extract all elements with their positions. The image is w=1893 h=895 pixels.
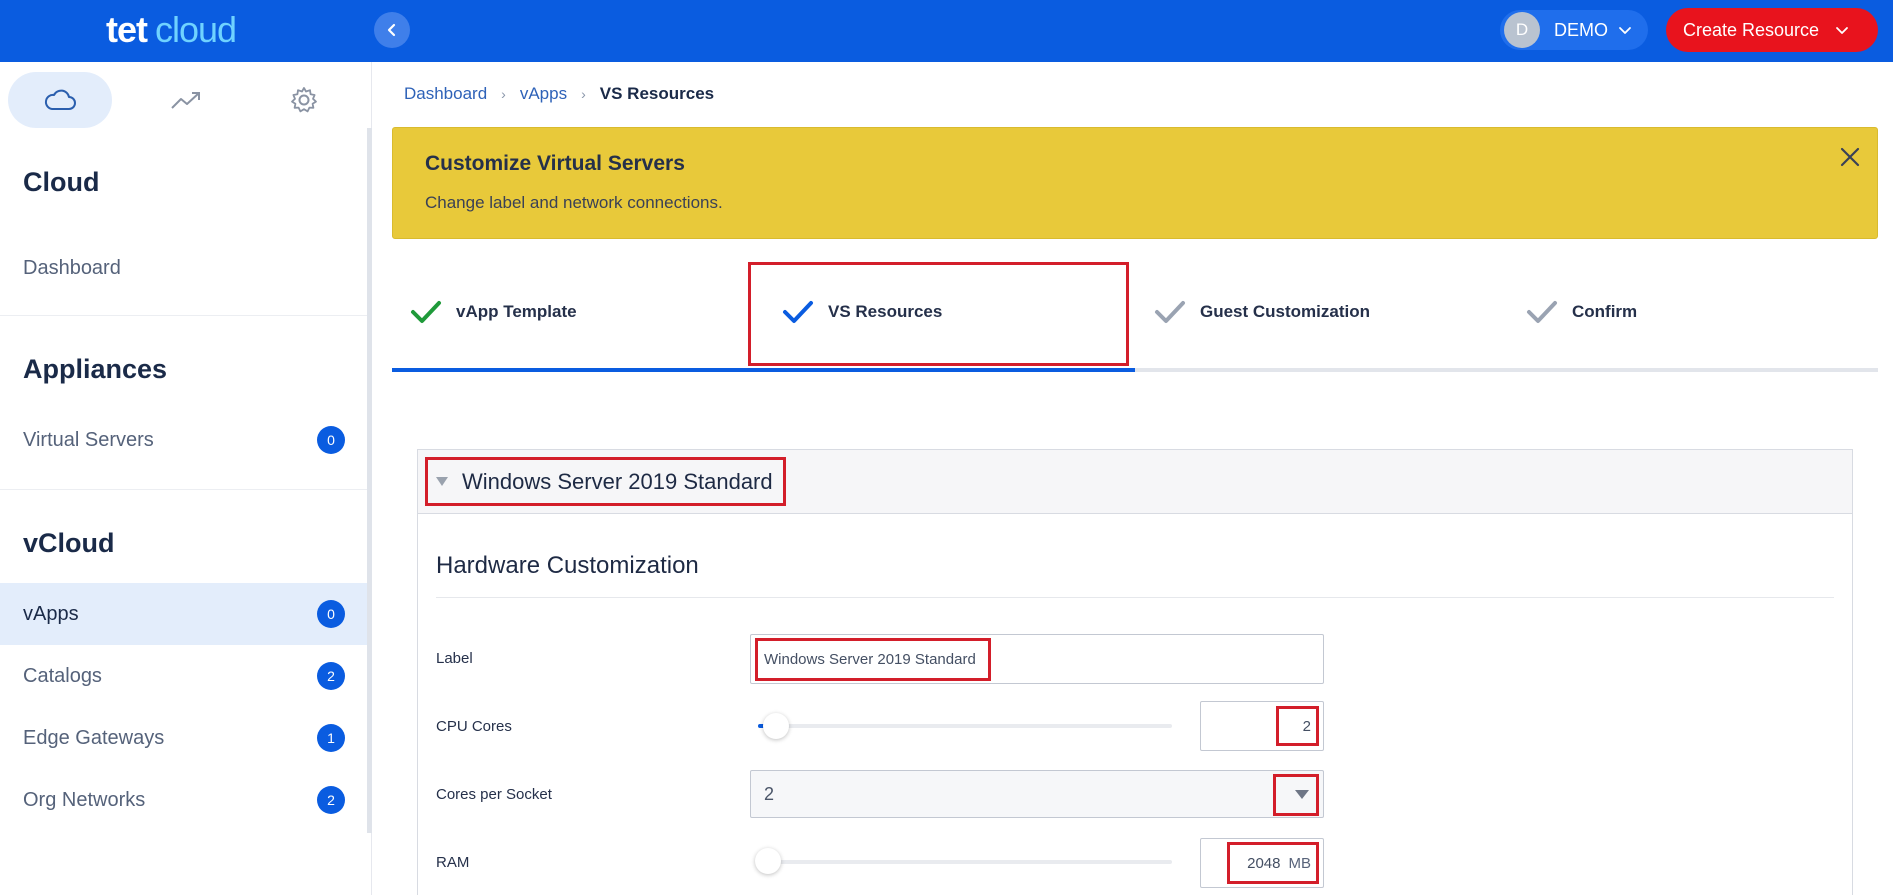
sidebar-item-edge-gateways[interactable]: Edge Gateways 1 xyxy=(0,707,367,769)
check-icon xyxy=(1155,301,1185,323)
label-input[interactable]: Windows Server 2019 Standard xyxy=(750,634,1324,684)
count-badge: 2 xyxy=(317,786,345,814)
brand-logo[interactable]: tet cloud xyxy=(106,8,237,52)
user-menu[interactable]: D DEMO xyxy=(1500,10,1648,50)
sidebar-item-virtual-servers[interactable]: Virtual Servers 0 xyxy=(0,409,367,471)
step-label: vApp Template xyxy=(456,302,577,321)
vm-panel-title: Windows Server 2019 Standard xyxy=(462,468,773,494)
breadcrumb-current: VS Resources xyxy=(599,84,715,103)
cores-per-socket-value: 2 xyxy=(764,783,775,804)
avatar: D xyxy=(1504,12,1540,48)
cores-per-socket-select[interactable]: 2 xyxy=(750,770,1324,818)
sidebar-item-label: Dashboard xyxy=(23,256,121,279)
tab-settings[interactable] xyxy=(252,72,356,128)
sidebar-item-dashboard[interactable]: Dashboard xyxy=(0,237,367,299)
sidebar-divider xyxy=(0,489,372,490)
breadcrumb-separator-icon: › xyxy=(501,86,506,102)
step-guest-customization[interactable]: Guest Customization xyxy=(1154,262,1370,362)
step-vs-resources[interactable]: VS Resources xyxy=(782,262,942,362)
sidebar-item-org-networks[interactable]: Org Networks 2 xyxy=(0,769,367,831)
step-confirm[interactable]: Confirm xyxy=(1526,262,1637,362)
label-field-label: Label xyxy=(436,650,473,667)
sidebar-item-label: Org Networks xyxy=(23,788,146,811)
section-divider xyxy=(436,597,1834,598)
banner-title: Customize Virtual Servers xyxy=(425,152,685,175)
count-badge: 0 xyxy=(317,600,345,628)
breadcrumb-dashboard[interactable]: Dashboard xyxy=(404,84,487,104)
create-resource-label: Create Resource xyxy=(1683,19,1820,40)
collapse-sidebar-button[interactable] xyxy=(374,12,410,48)
sidebar-item-label: Virtual Servers xyxy=(23,428,154,451)
wizard-progress-fill xyxy=(392,368,1135,372)
count-badge: 0 xyxy=(317,426,345,454)
trend-icon xyxy=(171,92,200,109)
chevron-down-icon xyxy=(1619,27,1631,34)
chevron-left-icon xyxy=(387,23,396,37)
wizard-steps: vApp Template VS Resources Guest Customi… xyxy=(392,262,1878,374)
section-heading-vcloud: vCloud xyxy=(23,528,115,558)
ram-input[interactable]: 2048 MB xyxy=(1200,838,1324,888)
tab-cloud[interactable] xyxy=(8,72,112,128)
count-badge: 2 xyxy=(317,662,345,690)
sidebar-scrollbar[interactable] xyxy=(367,128,372,833)
sidebar: Cloud Dashboard Appliances Virtual Serve… xyxy=(0,62,372,895)
sidebar-item-vapps[interactable]: vApps 0 xyxy=(0,583,367,645)
check-icon xyxy=(411,301,441,323)
banner-close-button[interactable] xyxy=(1837,144,1863,170)
info-banner: Customize Virtual Servers Change label a… xyxy=(392,127,1878,239)
sidebar-item-catalogs[interactable]: Catalogs 2 xyxy=(0,645,367,707)
section-heading-appliances: Appliances xyxy=(23,354,168,384)
vm-panel: Windows Server 2019 Standard Hardware Cu… xyxy=(417,449,1853,895)
close-icon xyxy=(1840,147,1860,167)
top-bar: tet cloud D DEMO Create Resource xyxy=(0,0,1893,62)
count-badge: 1 xyxy=(317,724,345,752)
breadcrumb-separator-icon: › xyxy=(581,86,586,102)
vm-panel-header[interactable]: Windows Server 2019 Standard xyxy=(418,450,1852,514)
ram-value: 2048 xyxy=(1247,854,1281,872)
logo-primary: tet xyxy=(106,9,148,50)
gear-icon xyxy=(291,87,317,113)
label-input-value: Windows Server 2019 Standard xyxy=(764,650,976,668)
check-icon xyxy=(783,301,813,323)
sidebar-item-label: Edge Gateways xyxy=(23,726,165,749)
step-label: Confirm xyxy=(1572,302,1638,321)
banner-text: Change label and network connections. xyxy=(425,193,723,212)
section-heading-cloud: Cloud xyxy=(23,167,100,197)
ram-slider-thumb[interactable] xyxy=(755,848,781,874)
step-label: VS Resources xyxy=(828,302,943,321)
sidebar-tabs xyxy=(8,72,364,128)
cpu-cores-slider[interactable] xyxy=(758,724,1172,728)
cloud-icon xyxy=(44,89,76,110)
ram-unit: MB xyxy=(1288,854,1312,872)
caret-down-icon xyxy=(436,477,448,486)
cpu-cores-input[interactable]: 2 xyxy=(1200,701,1324,751)
step-label: Guest Customization xyxy=(1200,302,1371,321)
step-vapp-template[interactable]: vApp Template xyxy=(410,262,577,362)
create-resource-button[interactable]: Create Resource xyxy=(1666,8,1878,52)
cores-per-socket-label: Cores per Socket xyxy=(436,786,552,803)
sidebar-item-label: vApps xyxy=(23,602,79,625)
chevron-down-icon xyxy=(1836,27,1848,34)
cpu-cores-slider-thumb[interactable] xyxy=(763,713,790,739)
sidebar-item-label: Catalogs xyxy=(23,664,102,687)
dropdown-arrow-icon xyxy=(1295,790,1309,799)
ram-label: RAM xyxy=(436,854,470,871)
logo-secondary: cloud xyxy=(155,9,237,50)
tab-analytics[interactable] xyxy=(134,72,238,128)
sidebar-divider xyxy=(0,315,372,316)
cpu-cores-label: CPU Cores xyxy=(436,718,512,735)
check-icon xyxy=(1527,301,1557,323)
cpu-cores-value: 2 xyxy=(1302,717,1311,735)
user-name: DEMO xyxy=(1554,19,1608,40)
breadcrumb: Dashboard › vApps › VS Resources xyxy=(404,84,714,104)
section-title: Hardware Customization xyxy=(436,552,699,579)
breadcrumb-vapps[interactable]: vApps xyxy=(520,84,567,104)
ram-slider[interactable] xyxy=(758,860,1172,864)
